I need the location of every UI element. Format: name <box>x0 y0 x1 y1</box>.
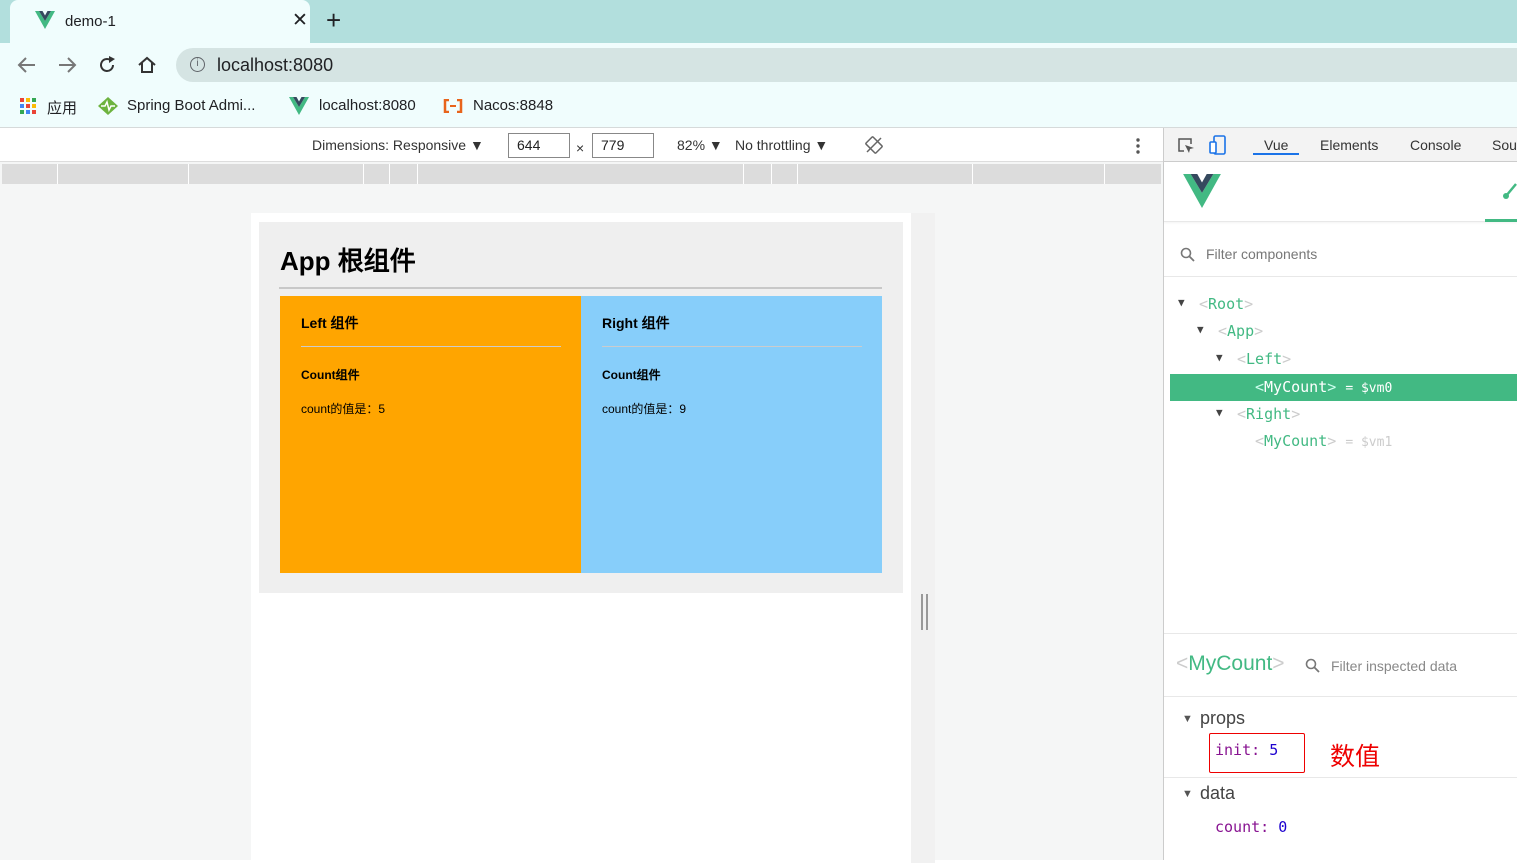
count-value-text: count的值是：5 <box>301 402 386 416</box>
data-count: count: 0 <box>1215 818 1288 836</box>
count-value-text: count的值是：9 <box>602 402 687 416</box>
tab-vue[interactable]: Vue <box>1253 137 1300 155</box>
prop-init: init: 5 <box>1215 741 1279 759</box>
viewport-scrollbar[interactable] <box>911 213 935 863</box>
expand-arrow-icon[interactable]: ▼ <box>1178 296 1185 309</box>
tree-node-mycount[interactable]: <MyCount> = $vm1 <box>1164 428 1517 455</box>
vue-logo-icon <box>289 97 309 115</box>
info-icon[interactable]: i <box>190 57 205 72</box>
expand-arrow-icon[interactable]: ▼ <box>1216 406 1223 419</box>
data-section-label[interactable]: data <box>1200 783 1235 804</box>
node-label: MyCount <box>1264 378 1328 396</box>
node-label: App <box>1227 322 1255 340</box>
annotation-label: 数值 <box>1330 743 1381 771</box>
vm-ref: = $vm0 <box>1345 381 1393 396</box>
node-label: Right <box>1246 405 1292 423</box>
resize-handle[interactable] <box>921 594 928 630</box>
vm-ref: = $vm1 <box>1345 435 1393 450</box>
tree-node-root[interactable]: ▼ <Root> <box>1164 291 1517 318</box>
browser-tab[interactable]: demo-1 ✕ <box>10 0 310 43</box>
component-inspector: <MyCount> Filter inspected data ▼ props … <box>1164 633 1517 860</box>
divider <box>279 287 882 289</box>
media-query-ruler[interactable] <box>2 164 1161 184</box>
device-toggle-icon[interactable] <box>1209 135 1227 155</box>
rotate-icon[interactable] <box>865 136 883 154</box>
inspect-element-icon[interactable] <box>1177 137 1195 155</box>
node-label: Left <box>1246 350 1283 368</box>
bookmark-label: Nacos:8848 <box>473 97 554 114</box>
width-input[interactable]: 644 <box>508 133 570 158</box>
component-filter[interactable]: Filter components <box>1164 233 1517 277</box>
props-section-label[interactable]: props <box>1200 708 1245 729</box>
nacos-icon <box>443 99 463 113</box>
back-icon[interactable] <box>17 56 37 74</box>
throttling-dropdown[interactable]: No throttling ▼ <box>735 137 828 153</box>
home-icon[interactable] <box>137 55 157 75</box>
count-component-title: Count组件 <box>301 368 360 382</box>
right-title: Right 组件 <box>602 315 670 331</box>
tree-node-right[interactable]: ▼ <Right> <box>1164 401 1517 428</box>
browser-tab-bar: demo-1 ✕ + <box>0 0 1517 43</box>
expand-arrow-icon[interactable]: ▼ <box>1182 788 1193 800</box>
bookmarks-bar: 应用 Spring Boot Admi... localhost:8080 Na… <box>0 87 1517 128</box>
inspector-header: <MyCount> Filter inspected data <box>1164 634 1517 697</box>
device-toolbar: Dimensions: Responsive ▼ 644 × 779 82% ▼… <box>0 128 1163 162</box>
device-emulation-pane: Dimensions: Responsive ▼ 644 × 779 82% ▼… <box>0 128 1163 863</box>
tree-node-app[interactable]: ▼ <App> <box>1164 318 1517 345</box>
url-text[interactable]: localhost:8080 <box>217 55 333 76</box>
spring-heart-icon <box>98 97 118 115</box>
left-title: Left 组件 <box>301 315 359 331</box>
forward-icon[interactable] <box>57 56 77 74</box>
bookmark-label: 应用 <box>47 100 78 117</box>
node-label: MyCount <box>1264 432 1328 450</box>
app-root-component: App 根组件 Left 组件 Count组件 count的值是：5 Right… <box>259 222 903 593</box>
reload-icon[interactable] <box>97 55 117 75</box>
search-icon <box>1180 247 1195 262</box>
components-tree-icon[interactable] <box>1500 180 1517 202</box>
emulated-viewport: App 根组件 Left 组件 Count组件 count的值是：5 Right… <box>251 213 911 863</box>
browser-toolbar: i localhost:8080 <box>0 43 1517 87</box>
vue-logo-icon <box>1183 174 1221 208</box>
tree-node-mycount-selected[interactable]: <MyCount> = $vm0 <box>1170 374 1517 401</box>
right-component: Right 组件 Count组件 count的值是：9 <box>581 296 882 573</box>
expand-arrow-icon[interactable]: ▼ <box>1182 713 1193 725</box>
expand-arrow-icon[interactable]: ▼ <box>1197 323 1204 336</box>
divider <box>1164 777 1517 778</box>
page-title: App 根组件 <box>280 246 416 276</box>
tab-console[interactable]: Console <box>1410 137 1461 153</box>
vue-devtools-header <box>1164 162 1517 222</box>
expand-arrow-icon[interactable]: ▼ <box>1216 351 1223 364</box>
devtools-tab-bar: Vue Elements Console Sou <box>1164 128 1517 162</box>
tab-elements[interactable]: Elements <box>1320 137 1378 153</box>
zoom-dropdown[interactable]: 82% ▼ <box>677 137 723 153</box>
filter-inspected-data-input[interactable]: Filter inspected data <box>1331 658 1457 674</box>
filter-components-placeholder[interactable]: Filter components <box>1206 246 1317 262</box>
devtools-panel: Vue Elements Console Sou Filter componen… <box>1163 128 1517 860</box>
close-icon[interactable]: ✕ <box>292 9 308 32</box>
active-indicator <box>1485 219 1517 222</box>
node-label: Root <box>1208 295 1245 313</box>
search-icon <box>1305 658 1320 673</box>
address-bar[interactable]: i localhost:8080 <box>176 48 1517 82</box>
new-tab-button[interactable]: + <box>326 5 341 36</box>
more-options-icon[interactable] <box>1134 137 1142 155</box>
bookmark-label: localhost:8080 <box>319 97 416 114</box>
dimensions-dropdown[interactable]: Dimensions: Responsive ▼ <box>312 137 484 153</box>
count-component-title: Count组件 <box>602 368 661 382</box>
tree-node-left[interactable]: ▼ <Left> <box>1164 346 1517 373</box>
bookmark-label: Spring Boot Admi... <box>127 97 256 114</box>
vue-logo-icon <box>35 11 55 29</box>
inspected-component-name: <MyCount> <box>1176 652 1285 675</box>
height-input[interactable]: 779 <box>592 133 654 158</box>
tab-title: demo-1 <box>65 13 116 30</box>
left-component: Left 组件 Count组件 count的值是：5 <box>280 296 581 573</box>
apps-grid-icon <box>20 98 36 114</box>
times-sign: × <box>576 140 585 156</box>
tab-sources[interactable]: Sou <box>1492 137 1517 153</box>
divider <box>301 346 561 347</box>
divider <box>602 346 862 347</box>
